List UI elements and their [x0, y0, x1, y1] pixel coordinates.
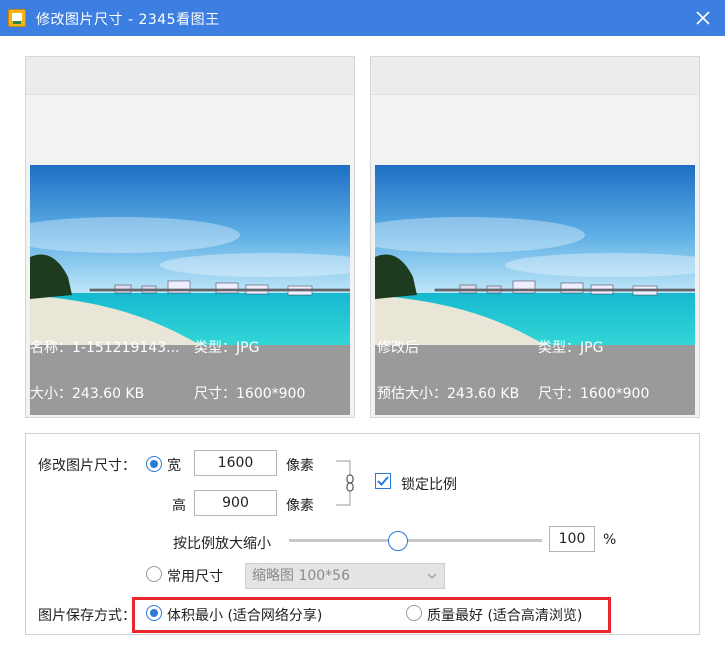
original-size: 大小：243.60 KB	[30, 386, 145, 402]
original-image	[30, 165, 350, 345]
original-dimensions: 尺寸：1600*900	[194, 386, 306, 402]
original-preview-panel: 名称：1-151219143... 类型：JPG 大小：243.60 KB 尺寸…	[25, 56, 355, 418]
title-bar[interactable]: 修改图片尺寸 - 2345看图王	[0, 0, 725, 36]
link-chain-icon	[336, 460, 354, 506]
width-unit: 像素	[286, 458, 314, 474]
height-input[interactable]	[194, 490, 277, 516]
lock-ratio-checkbox[interactable]	[375, 473, 391, 489]
save-small-label: 体积最小 (适合网络分享)	[167, 608, 323, 624]
scale-slider-track[interactable]	[289, 539, 542, 542]
scale-input[interactable]	[549, 526, 595, 552]
modified-name: 修改后	[377, 340, 419, 356]
resize-section-label: 修改图片尺寸：	[38, 458, 136, 474]
width-label: 宽	[167, 458, 181, 474]
save-mode-label: 图片保存方式：	[38, 608, 136, 624]
common-size-label: 常用尺寸	[167, 569, 223, 585]
save-quality-label: 质量最好 (适合高清浏览)	[427, 608, 583, 624]
height-label: 高	[172, 498, 186, 514]
app-logo-icon	[8, 9, 26, 27]
scale-unit: %	[603, 532, 617, 548]
modified-preview-panel: 修改后 类型：JPG 预估大小：243.60 KB 尺寸：1600*900	[370, 56, 700, 418]
window-title: 修改图片尺寸 - 2345看图王	[36, 12, 220, 28]
common-size-value: 缩略图 100*56	[252, 568, 350, 584]
scale-label: 按比例放大缩小	[173, 536, 271, 552]
modified-type: 类型：JPG	[538, 340, 604, 356]
close-button[interactable]	[689, 4, 717, 32]
resize-dialog: 修改图片尺寸 - 2345看图王 名称：1-151219143... 类型：JP…	[0, 0, 725, 645]
modified-size: 预估大小：243.60 KB	[377, 386, 520, 402]
save-quality-radio[interactable]	[406, 605, 422, 621]
common-size-radio[interactable]	[146, 566, 162, 582]
modified-image	[375, 165, 695, 345]
close-icon	[696, 11, 710, 25]
modified-dimensions: 尺寸：1600*900	[538, 386, 650, 402]
height-unit: 像素	[286, 498, 314, 514]
width-input[interactable]	[194, 450, 277, 476]
checkmark-icon	[377, 476, 389, 486]
save-small-radio[interactable]	[146, 605, 162, 621]
preview-header-bar	[371, 57, 699, 95]
chevron-down-icon	[427, 573, 437, 579]
original-name: 名称：1-151219143...	[30, 340, 180, 356]
modified-info-bar: 修改后 类型：JPG 预估大小：243.60 KB 尺寸：1600*900	[375, 340, 695, 415]
preview-header-bar	[26, 57, 354, 95]
original-info-bar: 名称：1-151219143... 类型：JPG 大小：243.60 KB 尺寸…	[30, 340, 350, 415]
custom-size-radio[interactable]	[146, 456, 162, 472]
original-type: 类型：JPG	[194, 340, 260, 356]
lock-ratio-label: 锁定比例	[401, 477, 457, 493]
scale-slider-handle[interactable]	[388, 531, 408, 551]
common-size-dropdown[interactable]: 缩略图 100*56	[245, 563, 445, 589]
